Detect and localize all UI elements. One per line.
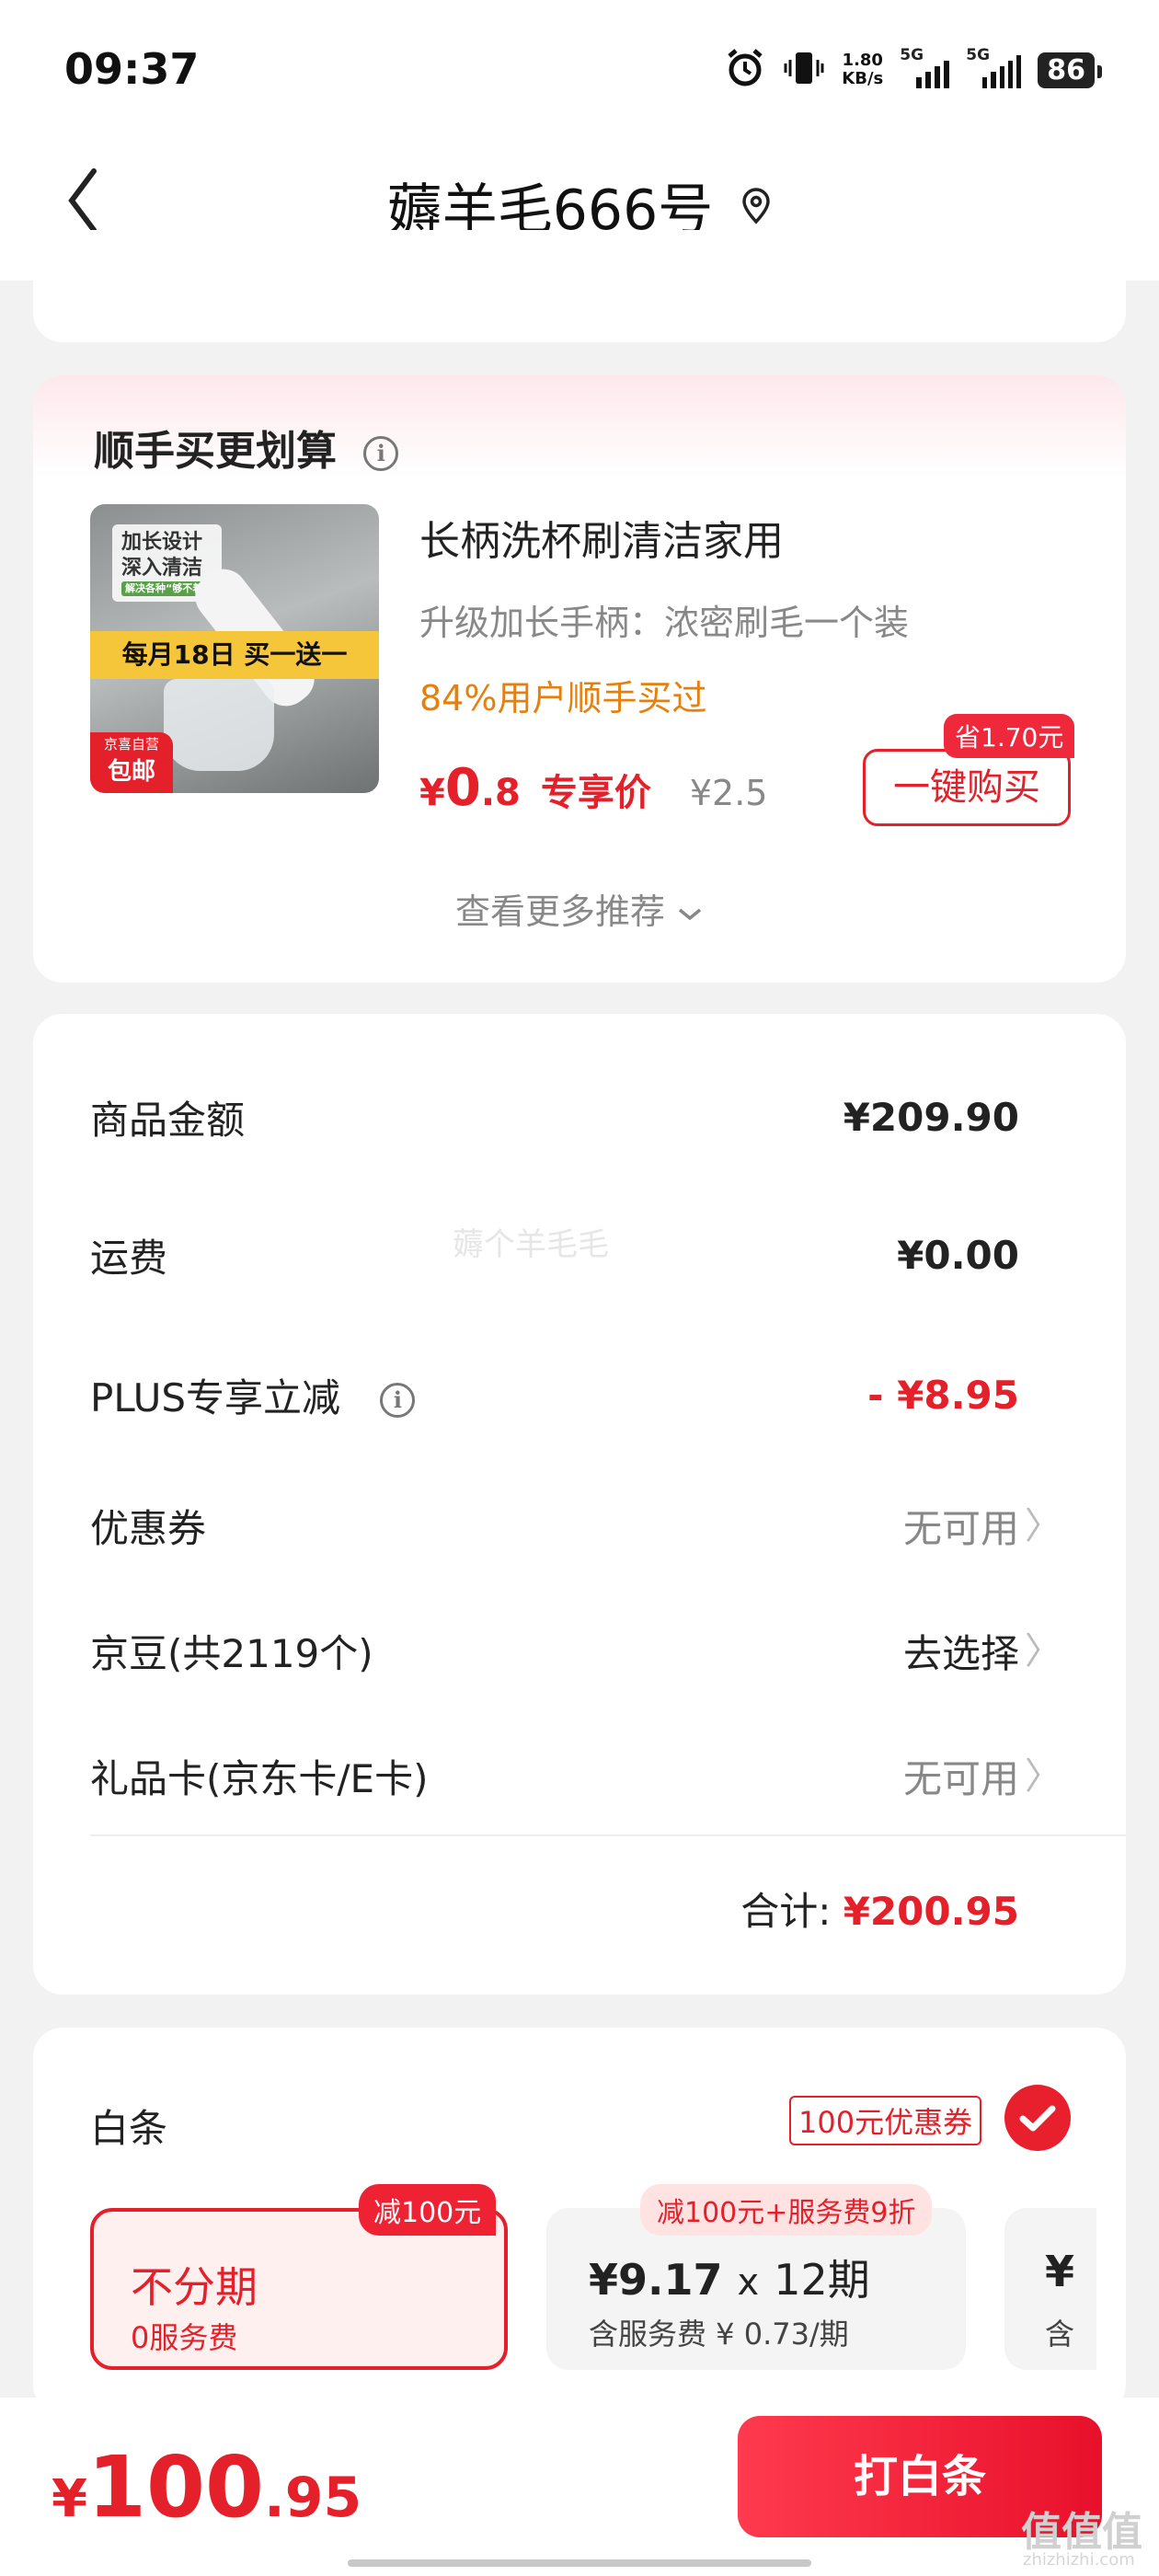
goods-amount-label: 商品金额 — [90, 1098, 246, 1143]
option-sub: 含 — [1045, 2317, 1075, 2352]
location-pin-icon[interactable] — [740, 174, 772, 238]
vibrate-icon — [783, 47, 825, 93]
network-speed: 1.80 KB/s — [842, 51, 884, 88]
baitiao-coupon-tag[interactable]: 100元优惠券 — [789, 2096, 982, 2145]
option-sub: 0服务费 — [131, 2320, 238, 2355]
alarm-icon — [724, 47, 766, 93]
plus-discount-label: PLUS专享立减 i — [90, 1367, 416, 1423]
status-time: 09:37 — [64, 44, 200, 94]
order-total: 合计: ¥200.95 — [740, 1889, 1019, 1934]
image-text-2: 深入清洁 — [121, 557, 203, 580]
status-icons: 1.80 KB/s 5G 5G 86 — [724, 42, 1102, 98]
exclusive-price-label: 专享价 — [540, 772, 651, 814]
site-watermark-url: zhizhizhi.com — [1023, 2550, 1135, 2570]
option-sub: 含服务费 ¥ 0.73/期 — [589, 2317, 849, 2352]
shipping-value: ¥0.00 — [897, 1233, 1019, 1278]
image-banner: 每月18日 买一送一 — [90, 631, 379, 679]
more-recommend-link[interactable]: 查看更多推荐 — [0, 883, 1159, 934]
signal-2-icon: 5G — [966, 46, 1022, 88]
jingdou-value[interactable]: 去选择 — [903, 1623, 1019, 1679]
product-price-row: ¥0.8 专享价 ¥2.5 — [419, 758, 767, 818]
recommend-section-title: 顺手买更划算 i — [94, 418, 399, 477]
product-name[interactable]: 长柄洗杯刷清洁家用 — [419, 508, 784, 567]
home-indicator[interactable] — [348, 2559, 811, 2567]
product-subtitle: 升级加长手柄：浓密刷毛一个装 — [419, 603, 910, 643]
chevron-right-icon[interactable]: 〉 — [1025, 1621, 1061, 1674]
gift-card-value[interactable]: 无可用 — [903, 1748, 1019, 1804]
watermark: 薅个羊毛毛 — [453, 1226, 609, 1263]
divider — [90, 1834, 1126, 1836]
info-icon[interactable]: i — [380, 1383, 416, 1418]
chevron-right-icon[interactable]: 〉 — [1025, 1496, 1061, 1549]
image-text-1: 加长设计 — [121, 531, 203, 554]
product-buy-rate: 84%用户顺手买过 — [419, 678, 707, 719]
baitiao-title: 白条 — [90, 2106, 168, 2151]
product-image[interactable]: 加长设计 深入清洁 解决各种“够不着” 每月18日 买一送一 京喜自营 包邮 — [90, 504, 379, 793]
image-tag: 京喜自营 包邮 — [90, 732, 173, 793]
installment-option-3[interactable]: ¥ 含 — [1004, 2208, 1096, 2370]
checkmark-icon[interactable] — [1004, 2085, 1071, 2151]
jingdou-label[interactable]: 京豆(共2119个) — [90, 1623, 373, 1679]
goods-amount-value: ¥209.90 — [843, 1095, 1019, 1140]
one-click-buy-button[interactable]: 一键购买 — [863, 749, 1071, 826]
shipping-label: 运费 — [90, 1236, 168, 1281]
previous-card — [33, 230, 1126, 342]
coupon-value[interactable]: 无可用 — [903, 1498, 1019, 1554]
option-title: ¥ — [1045, 2247, 1075, 2296]
option-badge: 减100元+服务费9折 — [640, 2184, 933, 2236]
info-icon[interactable]: i — [363, 436, 399, 471]
payable-total: ¥100.95 — [52, 2438, 362, 2536]
site-watermark: 值值值 — [1021, 2509, 1142, 2556]
product-price: ¥0.8 — [419, 758, 521, 818]
original-price: ¥2.5 — [689, 773, 768, 813]
save-badge: 省1.70元 — [944, 714, 1075, 758]
gift-card-label[interactable]: 礼品卡(京东卡/E卡) — [90, 1748, 428, 1804]
chevron-right-icon[interactable]: 〉 — [1025, 1746, 1061, 1800]
battery-indicator: 86 — [1038, 52, 1102, 88]
signal-1-icon: 5G — [900, 46, 950, 88]
plus-discount-value: - ¥8.95 — [867, 1373, 1019, 1418]
option-badge: 减100元 — [359, 2184, 497, 2236]
coupon-label[interactable]: 优惠券 — [90, 1498, 206, 1554]
option-title: ¥9.17 x 12期 — [589, 2255, 870, 2305]
cup-shape — [164, 679, 274, 771]
option-title: 不分期 — [131, 2262, 258, 2312]
chevron-down-icon — [676, 891, 704, 932]
